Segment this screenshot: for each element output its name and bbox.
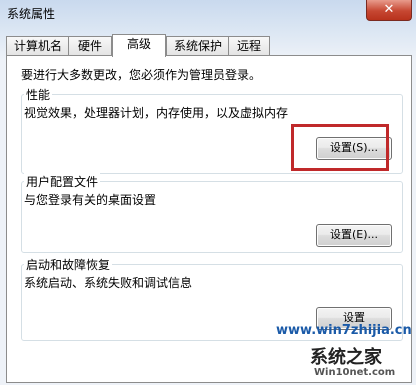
tab-advanced[interactable]: 高级: [112, 34, 166, 57]
window-title: 系统属性: [7, 7, 56, 21]
user-profiles-settings-button[interactable]: 设置(E)...: [316, 224, 392, 247]
startup-recovery-title: 启动和故障恢复: [24, 256, 113, 273]
startup-recovery-description: 系统启动、系统失败和调试信息: [24, 276, 193, 290]
tab-computer-name[interactable]: 计算机名: [6, 36, 70, 55]
performance-title: 性能: [24, 86, 53, 103]
tab-hardware[interactable]: 硬件: [68, 36, 112, 55]
tab-remote[interactable]: 远程: [228, 36, 270, 55]
highlight-box: [291, 124, 389, 171]
system-properties-window: 系统属性 ✕ 计算机名 硬件 高级 系统保护 远程 要进行大多数更改，您必须作为…: [0, 0, 416, 385]
watermark-site-top: www.win7zhijia.cn: [276, 323, 412, 338]
watermark: www.win7zhijia.cn 系统之家 Win10net.com: [276, 315, 416, 385]
close-icon: ✕: [383, 2, 395, 17]
user-profiles-group: 用户配置文件 与您登录有关的桌面设置 设置(E)...: [21, 173, 403, 253]
user-profiles-title: 用户配置文件: [24, 173, 101, 190]
user-profiles-description: 与您登录有关的桌面设置: [24, 193, 157, 207]
tab-strip: 计算机名 硬件 高级 系统保护 远程: [6, 34, 410, 57]
admin-notice: 要进行大多数更改，您必须作为管理员登录。: [21, 68, 262, 82]
performance-description: 视觉效果，处理器计划，内存使用，以及虚拟内存: [24, 106, 289, 120]
watermark-site-bottom: Win10net.com: [314, 367, 396, 378]
tab-system-protection[interactable]: 系统保护: [166, 36, 230, 55]
close-button[interactable]: ✕: [366, 0, 412, 21]
watermark-brand: 系统之家: [310, 347, 382, 368]
title-bar[interactable]: 系统属性 ✕: [0, 0, 416, 26]
